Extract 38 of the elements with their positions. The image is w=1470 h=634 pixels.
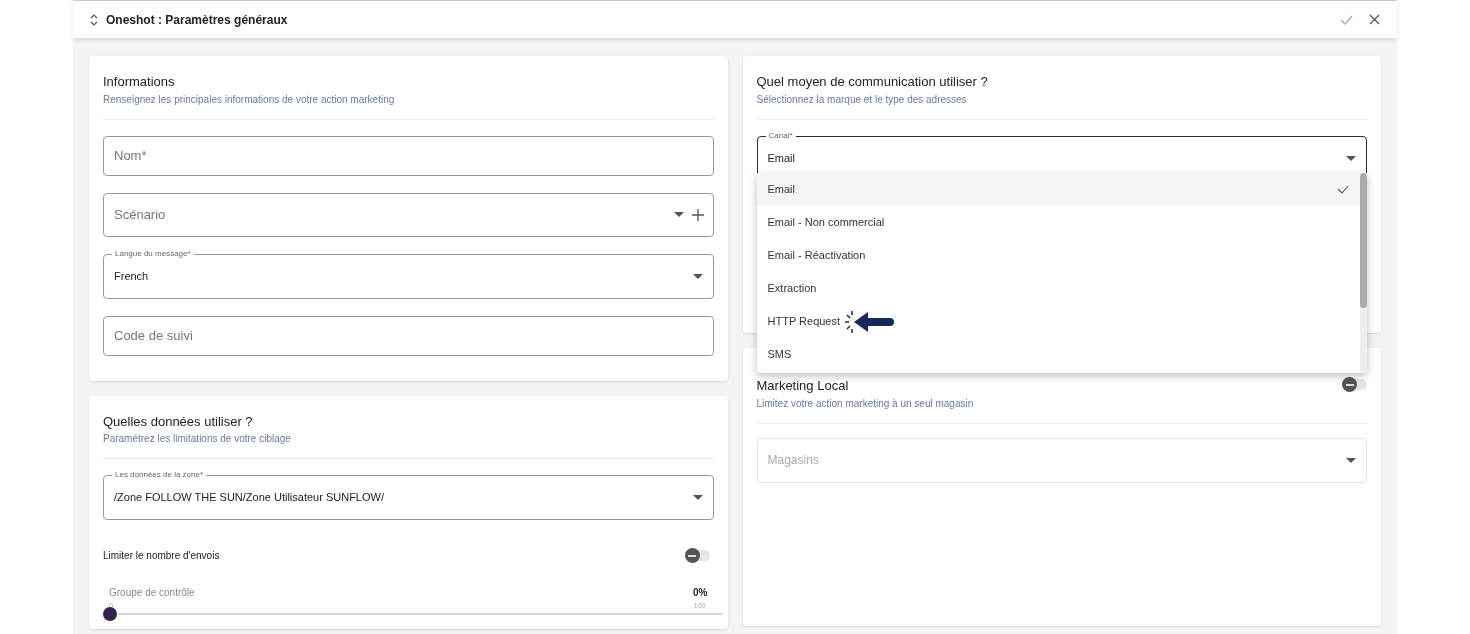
dropdown-option[interactable]: Email - Réactivation (756, 239, 1360, 272)
text-field[interactable]: Nom* (103, 135, 714, 176)
text-field[interactable]: Code de suivi (103, 315, 714, 356)
plus-icon[interactable] (691, 208, 704, 221)
card-title: Marketing Local (756, 377, 849, 395)
slider-thumb[interactable] (103, 606, 117, 621)
toggle-switch[interactable] (1345, 379, 1367, 391)
field-placeholder: Magasins (767, 452, 820, 469)
option-label: Limiter le nombre d'envois (103, 549, 220, 563)
card-title: Quelles données utiliser ? (103, 412, 254, 431)
check-icon (1337, 185, 1349, 194)
dropdown-option[interactable]: HTTP Request (756, 305, 1360, 338)
dropdown-option[interactable]: SMS (756, 338, 1360, 371)
caret-icon (692, 495, 703, 500)
card-subtitle: Renseignez les principales informations de votre action marketing (103, 92, 396, 107)
check-icon[interactable] (1340, 14, 1353, 25)
caret-icon (1346, 155, 1356, 161)
card-subtitle: Limitez votre action marketing à un seul magasin (756, 396, 975, 411)
card-title: Informations (103, 73, 176, 91)
dropdown-option[interactable]: Extraction (756, 272, 1360, 305)
slider-reading: 0% (693, 586, 708, 600)
slider-label: Groupe de contrôle (109, 586, 195, 600)
field-value: French (114, 268, 150, 284)
expand-icon[interactable] (90, 12, 98, 27)
field-value: /Zone FOLLOW THE SUN/Zone Utilisateur SUNFLOW/ (114, 490, 385, 506)
dropdown-option[interactable]: Email - Non commercial (756, 206, 1360, 239)
card-subtitle: Sélectionnez la marque et le type des adresses (756, 92, 968, 107)
caret-icon (1346, 457, 1356, 463)
card-subtitle: Paramétrez les limitations de votre ciblage (103, 432, 292, 446)
caret-icon (673, 212, 684, 217)
field-value: Email (767, 150, 796, 166)
toggle-switch[interactable] (687, 550, 710, 561)
close-icon[interactable] (1369, 14, 1380, 25)
dropdown-option[interactable]: Email (756, 173, 1360, 206)
scenario-field[interactable]: Scénario (103, 192, 714, 237)
window-title: Oneshot : Paramètres généraux (106, 11, 288, 29)
card-title: Quel moyen de communication utiliser ? (756, 73, 989, 91)
caret-icon (692, 273, 703, 279)
